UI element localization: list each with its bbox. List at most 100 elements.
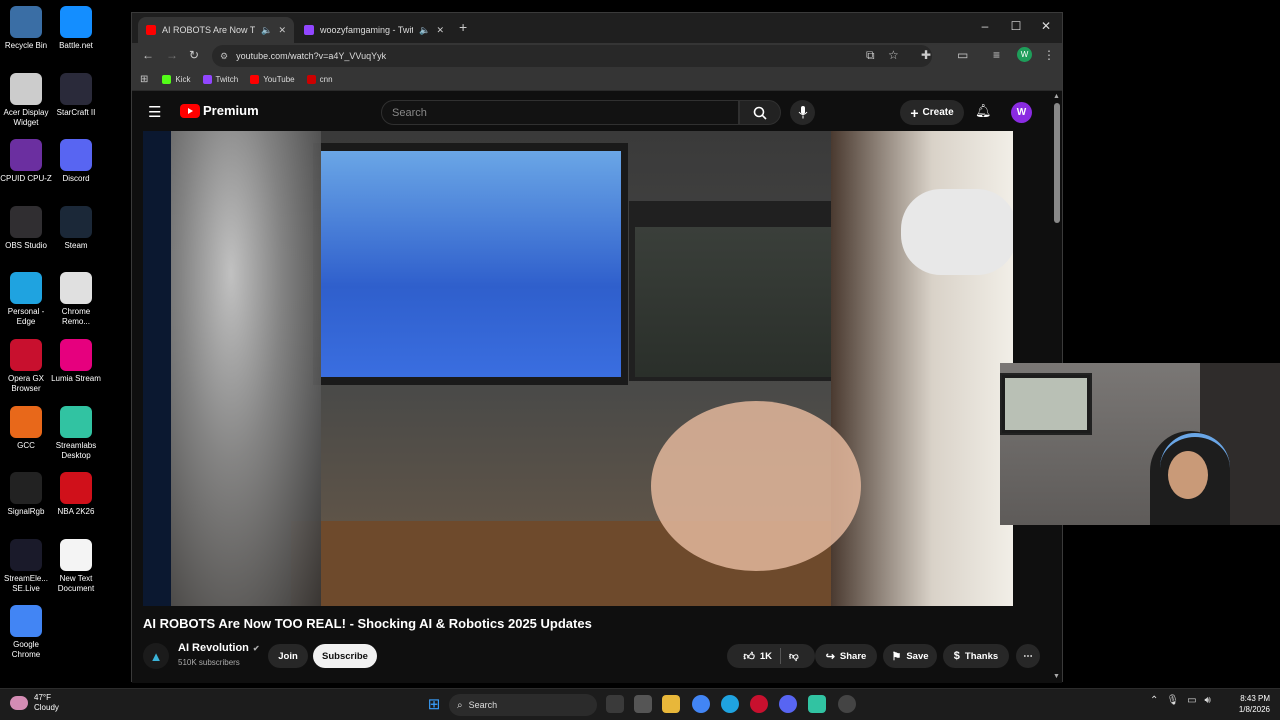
youtube-favicon-icon (146, 25, 156, 35)
scroll-down-icon[interactable]: ▼ (1053, 673, 1060, 680)
desktop-icon[interactable]: Chrome Remo... (50, 272, 102, 327)
join-button[interactable]: Join (268, 644, 308, 668)
desktop-icon-label: Opera GX Browser (7, 374, 44, 393)
windows-start-icon[interactable]: ⊞ (425, 695, 443, 713)
maximize-icon[interactable]: ☐ (1001, 19, 1031, 33)
tab-twitch[interactable]: woozyfamgaming - Twitch 🔈 ✕ (296, 17, 452, 43)
subscribe-button[interactable]: Subscribe (313, 644, 377, 668)
desktop-icon[interactable]: Google Chrome (0, 605, 52, 660)
more-actions-icon[interactable]: ⋯ (1016, 644, 1040, 668)
streamlabs-taskbar-icon[interactable] (808, 695, 826, 713)
desktop-icon[interactable]: Battle.net (50, 6, 102, 51)
bookmark-star-icon[interactable]: ☆ (888, 48, 899, 62)
search-button[interactable] (739, 100, 781, 125)
sidebar-icon[interactable]: ▭ (957, 48, 968, 62)
task-view-icon[interactable] (606, 695, 624, 713)
speaker-icon[interactable]: 🔈 (419, 25, 430, 36)
obs-taskbar-icon[interactable] (838, 695, 856, 713)
clock[interactable]: 8:43 PM 1/8/2026 (1230, 693, 1270, 715)
file-explorer-icon[interactable] (662, 695, 680, 713)
channel-avatar-icon[interactable]: ▲ (143, 643, 169, 669)
weather-temp: 47°F (34, 693, 51, 702)
video-player[interactable]: ▲ (143, 131, 1013, 606)
discord-taskbar-icon[interactable] (779, 695, 797, 713)
channel-name-row[interactable]: AI Revolution ✔ (178, 642, 260, 654)
reading-list-icon[interactable]: ≡ (993, 48, 1000, 62)
scroll-up-icon[interactable]: ▲ (1053, 93, 1060, 100)
close-window-icon[interactable]: ✕ (1031, 19, 1061, 33)
opera-gx-taskbar-icon[interactable] (750, 695, 768, 713)
microphone-tray-icon[interactable]: 🎙︎ (1166, 695, 1179, 706)
desktop-icon-label: Battle.net (59, 41, 93, 50)
desktop-icon[interactable]: Acer Display Widget (0, 72, 52, 128)
thanks-button[interactable]: $ Thanks (943, 644, 1009, 668)
weather-widget[interactable]: 47°F Cloudy (10, 693, 59, 713)
apps-grid-icon[interactable]: ⊞ (140, 74, 148, 85)
desktop-icon[interactable]: CPUID CPU-Z (0, 139, 52, 184)
bookmark-kick[interactable]: Kick (162, 75, 191, 84)
chrome-remote-icon (60, 272, 92, 305)
account-avatar[interactable]: W (1011, 102, 1032, 123)
desktop-icon[interactable]: StreamEle... SE.Live (0, 538, 52, 594)
network-icon[interactable]: ▭ (1187, 695, 1196, 706)
reload-icon[interactable]: ↻ (189, 48, 199, 62)
scroll-thumb[interactable] (1054, 103, 1060, 223)
close-tab-icon[interactable]: ✕ (436, 25, 444, 36)
desktop-icon[interactable]: Streamlabs Desktop (50, 405, 102, 461)
taskbar-search[interactable]: ⌕ Search (449, 694, 597, 716)
desktop-icon[interactable]: Opera GX Browser (0, 339, 52, 394)
widgets-icon[interactable] (634, 695, 652, 713)
browser-menu-icon[interactable]: ⋮ (1043, 48, 1055, 62)
bookmark-youtube[interactable]: YouTube (250, 75, 295, 84)
voice-search-button[interactable] (790, 100, 815, 125)
profile-avatar[interactable]: W (1017, 47, 1032, 62)
save-button[interactable]: ⚑ Save (883, 644, 937, 668)
youtube-play-icon (180, 103, 200, 118)
desktop-icon[interactable]: OBS Studio (0, 205, 52, 251)
desktop-icon[interactable]: NBA 2K26 (50, 472, 102, 517)
extensions-icon[interactable]: ✚ (921, 48, 931, 62)
like-count[interactable]: 1K (760, 651, 772, 662)
bookmark-cnn[interactable]: cnn (306, 75, 333, 84)
close-tab-icon[interactable]: ✕ (278, 25, 286, 36)
desktop-icon[interactable]: Personal - Edge (0, 272, 52, 327)
like-icon[interactable]: 👍︎ (743, 650, 755, 663)
cast-icon[interactable]: ⧉ (866, 48, 875, 63)
back-icon[interactable]: ← (142, 48, 154, 62)
desktop-icon[interactable]: New Text Document (50, 538, 102, 594)
tab-title: woozyfamgaming - Twitch (320, 25, 414, 35)
save-label: Save (906, 650, 929, 662)
create-button[interactable]: + Create (900, 100, 964, 125)
twitch-favicon-icon (304, 25, 314, 35)
desktop-icon[interactable]: Discord (50, 139, 102, 184)
desktop-icon[interactable]: SignalRgb (0, 472, 52, 517)
bookmark-label: Kick (175, 75, 191, 84)
bookmark-label: Twitch (215, 75, 239, 84)
site-info-icon[interactable]: ⚙ (220, 51, 228, 62)
notifications-bell-icon[interactable]: 🔔︎ (975, 103, 992, 119)
search-input[interactable] (392, 106, 738, 119)
desktop-icon[interactable]: Steam (50, 205, 102, 251)
tray-overflow-icon[interactable]: ⌃ (1150, 695, 1158, 706)
desktop-icon-label: StreamEle... SE.Live (3, 573, 48, 593)
hamburger-menu-icon[interactable]: ☰ (148, 103, 161, 121)
edge-taskbar-icon[interactable] (721, 695, 739, 713)
address-bar[interactable]: ⚙ youtube.com/watch?v=a4Y_VVuqYyk (212, 45, 932, 67)
speaker-icon[interactable]: 🔈 (261, 25, 272, 36)
desktop-icon[interactable]: StarCraft II (50, 72, 102, 118)
desktop-icon[interactable]: Recycle Bin (0, 6, 52, 51)
volume-icon[interactable]: 🔊︎ (1205, 695, 1211, 706)
obs-icon (10, 205, 42, 238)
minimize-icon[interactable]: – (970, 19, 1000, 33)
desktop-icon[interactable]: GCC (0, 405, 52, 451)
forward-icon[interactable]: → (166, 48, 178, 62)
dislike-icon[interactable]: 👎︎ (789, 650, 799, 662)
share-button[interactable]: ↪ Share (815, 644, 877, 668)
youtube-logo[interactable]: Premium (180, 103, 259, 118)
new-tab-icon[interactable]: + (459, 19, 467, 35)
tab-youtube[interactable]: AI ROBOTS Are Now TOO REAL! - Shocking A… (138, 17, 294, 43)
bookmark-twitch[interactable]: Twitch (202, 75, 239, 84)
chrome-taskbar-icon[interactable] (692, 695, 710, 713)
desktop-icon-label: Recycle Bin (4, 41, 48, 50)
desktop-icon[interactable]: Lumia Stream (50, 339, 102, 384)
